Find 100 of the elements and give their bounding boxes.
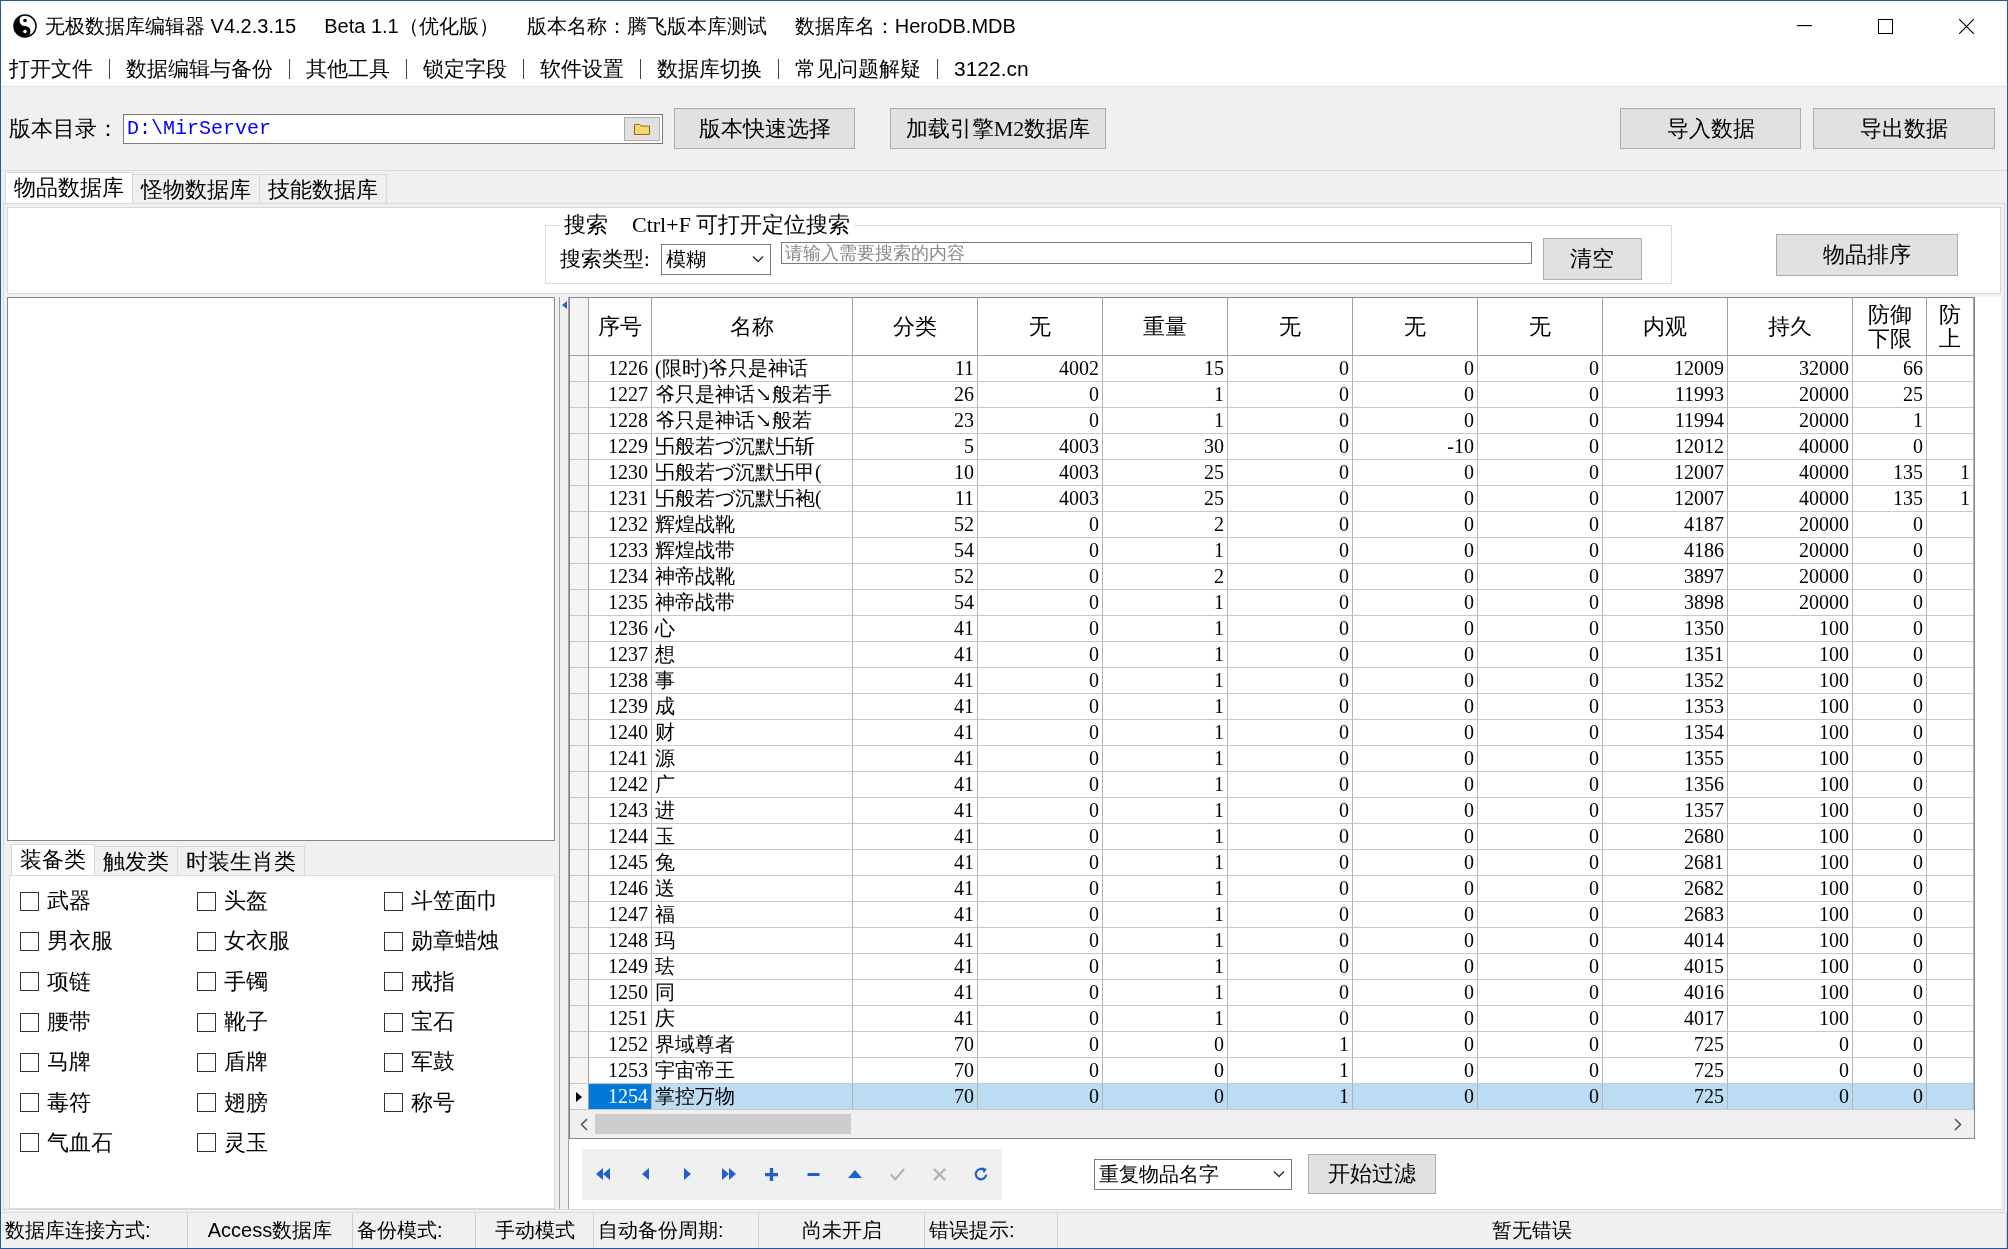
toolbar-button[interactable]: 加载引擎M2数据库: [890, 108, 1106, 149]
table-row[interactable]: 1248 玛 41 0 1 0 0 0 4014 100 0: [570, 928, 1974, 954]
category-checkbox[interactable]: 斗笠面巾: [384, 886, 499, 917]
table-row[interactable]: 1249 珐 41 0 1 0 0 0 4015 100 0: [570, 954, 1974, 980]
filter-dropdown[interactable]: 重复物品名字: [1094, 1158, 1292, 1190]
filter-button[interactable]: 开始过滤: [1308, 1154, 1436, 1194]
category-checkbox[interactable]: 翅膀: [197, 1087, 268, 1118]
category-checkbox[interactable]: 宝石: [384, 1007, 455, 1038]
category-checkbox[interactable]: 马牌: [20, 1047, 91, 1078]
table-row[interactable]: 1242 广 41 0 1 0 0 0 1356 100 0: [570, 772, 1974, 798]
category-checkbox[interactable]: 军鼓: [384, 1047, 455, 1078]
table-row[interactable]: 1229 卐般若づ沉默卐斩 5 4003 30 0 -10 0 12012 40000 0: [570, 434, 1974, 460]
checkbox-icon[interactable]: [20, 1093, 39, 1113]
search-field[interactable]: 请输入需要搜索的内容: [780, 242, 1532, 264]
category-checkbox[interactable]: 头盔: [197, 886, 268, 917]
column-header[interactable]: 防 上: [1927, 298, 1974, 356]
menu-item[interactable]: 其他工具: [306, 54, 390, 83]
tab[interactable]: 装备类: [11, 844, 95, 875]
checkbox-icon[interactable]: [384, 1052, 403, 1072]
table-row[interactable]: 1236 心 41 0 1 0 0 0 1350 100 0: [570, 616, 1974, 642]
category-checkbox[interactable]: 手镯: [197, 966, 268, 997]
table-row[interactable]: 1230 卐般若づ沉默卐甲( 10 4003 25 0 0 0 12007 40000 135 1: [570, 460, 1974, 486]
category-checkbox[interactable]: 气血石: [20, 1127, 113, 1158]
checkbox-icon[interactable]: [20, 1052, 39, 1072]
table-row[interactable]: 1252 界域尊者 70 0 0 1 0 0 725 0 0: [570, 1032, 1974, 1058]
category-checkbox[interactable]: 腰带: [20, 1007, 91, 1038]
table-row[interactable]: 1237 想 41 0 1 0 0 0 1351 100 0: [570, 642, 1974, 668]
browse-button[interactable]: [624, 116, 660, 141]
column-header[interactable]: 无: [1228, 298, 1353, 356]
checkbox-icon[interactable]: [20, 1133, 39, 1153]
column-header[interactable]: 无: [1478, 298, 1603, 356]
checkbox-icon[interactable]: [384, 972, 403, 992]
table-row[interactable]: 1246 送 41 0 1 0 0 0 2682 100 0: [570, 876, 1974, 902]
tab[interactable]: 物品数据库: [5, 172, 133, 203]
menu-item[interactable]: 打开文件: [9, 54, 93, 83]
category-checkbox[interactable]: 灵玉: [197, 1127, 268, 1158]
checkbox-icon[interactable]: [197, 1093, 216, 1113]
row-indicator[interactable]: [570, 1084, 589, 1110]
checkbox-icon[interactable]: [197, 1012, 216, 1032]
table-row[interactable]: 1233 辉煌战带 54 0 1 0 0 0 4186 20000 0: [570, 538, 1974, 564]
column-header[interactable]: 无: [978, 298, 1103, 356]
chevron-left-icon[interactable]: [580, 1117, 588, 1131]
chevron-right-icon[interactable]: [1954, 1117, 1962, 1131]
tab[interactable]: 时装生肖类: [177, 846, 305, 875]
table-row[interactable]: 1241 源 41 0 1 0 0 0 1355 100 0: [570, 746, 1974, 772]
checkbox-icon[interactable]: [20, 931, 39, 951]
table-row[interactable]: 1253 宇宙帝王 70 0 0 1 0 0 725 0 0: [570, 1058, 1974, 1084]
table-row[interactable]: 1250 同 41 0 1 0 0 0 4016 100 0: [570, 980, 1974, 1006]
checkbox-icon[interactable]: [20, 1012, 39, 1032]
table-row[interactable]: 1244 玉 41 0 1 0 0 0 2680 100 0: [570, 824, 1974, 850]
clear-button[interactable]: 清空: [1542, 238, 1642, 280]
menu-item[interactable]: 常见问题解疑: [795, 54, 921, 83]
column-header[interactable]: 名称: [652, 298, 853, 356]
column-header[interactable]: 内观: [1603, 298, 1728, 356]
menu-item[interactable]: 数据编辑与备份: [126, 54, 273, 83]
table-row[interactable]: 1238 事 41 0 1 0 0 0 1352 100 0: [570, 668, 1974, 694]
checkbox-icon[interactable]: [197, 931, 216, 951]
search-type-dropdown[interactable]: 模糊: [660, 243, 771, 275]
checkbox-icon[interactable]: [197, 1133, 216, 1153]
sort-button[interactable]: 物品排序: [1776, 234, 1958, 276]
checkbox-icon[interactable]: [20, 891, 39, 911]
column-header[interactable]: 分类: [853, 298, 978, 356]
category-checkbox[interactable]: 盾牌: [197, 1047, 268, 1078]
table-row[interactable]: 1240 财 41 0 1 0 0 0 1354 100 0: [570, 720, 1974, 746]
toolbar-button[interactable]: 导出数据: [1813, 108, 1995, 149]
checkbox-icon[interactable]: [20, 972, 39, 992]
menu-item[interactable]: 锁定字段: [423, 54, 507, 83]
menu-item[interactable]: 软件设置: [540, 54, 624, 83]
table-row[interactable]: 1234 神帝战靴 52 0 2 0 0 0 3897 20000 0: [570, 564, 1974, 590]
tab[interactable]: 触发类: [94, 846, 178, 875]
category-checkbox[interactable]: 勋章蜡烛: [384, 926, 499, 957]
category-checkbox[interactable]: 靴子: [197, 1007, 268, 1038]
tab[interactable]: 怪物数据库: [132, 174, 260, 203]
category-checkbox[interactable]: 武器: [20, 886, 91, 917]
toolbar-button[interactable]: 版本快速选择: [674, 108, 855, 149]
table-row[interactable]: 1235 神帝战带 54 0 1 0 0 0 3898 20000 0: [570, 590, 1974, 616]
checkbox-icon[interactable]: [384, 1093, 403, 1113]
table-row[interactable]: 1239 成 41 0 1 0 0 0 1353 100 0: [570, 694, 1974, 720]
column-header[interactable]: 无: [1353, 298, 1478, 356]
horizontal-scrollbar[interactable]: [570, 1110, 1974, 1138]
table-row[interactable]: 1226 (限时)爷只是神话 11 4002 15 0 0 0 12009 32000 66: [570, 356, 1974, 382]
category-checkbox[interactable]: 称号: [384, 1087, 455, 1118]
column-header[interactable]: 持久: [1728, 298, 1853, 356]
menu-item[interactable]: 3122.cn: [954, 56, 1029, 81]
category-checkbox[interactable]: 男衣服: [20, 926, 113, 957]
table-row[interactable]: 1228 爷只是神话↘般若 23 0 1 0 0 0 11994 20000 1: [570, 408, 1974, 434]
table-row[interactable]: 1243 进 41 0 1 0 0 0 1357 100 0: [570, 798, 1974, 824]
checkbox-icon[interactable]: [197, 972, 216, 992]
table-row[interactable]: 1247 福 41 0 1 0 0 0 2683 100 0: [570, 902, 1974, 928]
checkbox-icon[interactable]: [197, 1052, 216, 1072]
tab[interactable]: 技能数据库: [259, 174, 387, 203]
table-row[interactable]: 1251 庆 41 0 1 0 0 0 4017 100 0: [570, 1006, 1974, 1032]
checkbox-icon[interactable]: [384, 1012, 403, 1032]
table-row[interactable]: 1231 卐般若づ沉默卐袍( 11 4003 25 0 0 0 12007 40000 135 1: [570, 486, 1974, 512]
menu-item[interactable]: 数据库切换: [657, 54, 762, 83]
category-checkbox[interactable]: 戒指: [384, 966, 455, 997]
category-checkbox[interactable]: 女衣服: [197, 926, 290, 957]
checkbox-icon[interactable]: [384, 891, 403, 911]
path-field[interactable]: D:\MirServer: [123, 113, 663, 144]
column-header[interactable]: 序号: [589, 298, 652, 356]
